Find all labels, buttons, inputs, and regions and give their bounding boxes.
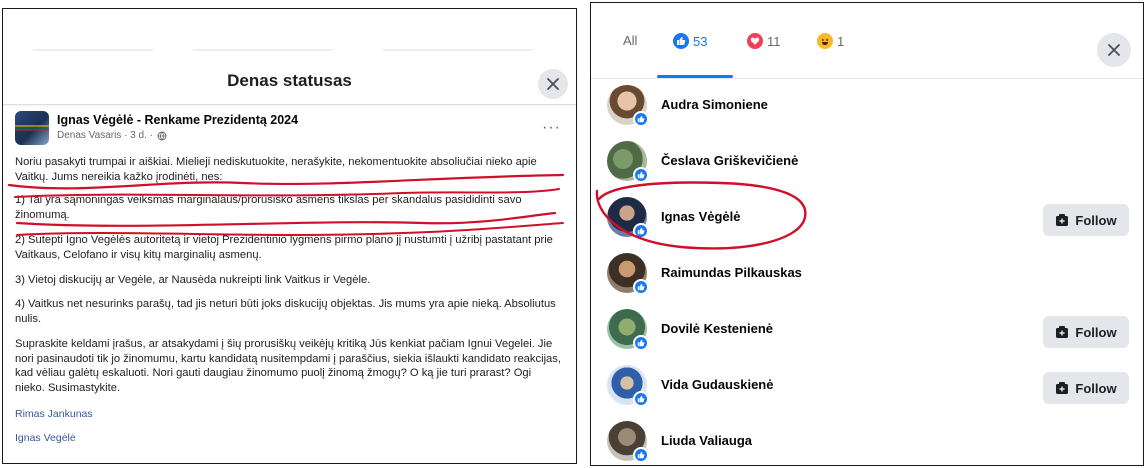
post-header: Ignas Vėgėlė - Renkame Prezidentą 2024 D… [15,111,565,151]
close-button[interactable] [538,69,568,99]
tab-love[interactable]: 11 [747,33,781,49]
like-badge-icon [633,391,649,407]
person-name[interactable]: Raimundas Pilkauskas [661,265,802,280]
reactions-dialog-screenshot: All 53 11 1 Audra Simoniene Česlava Griš… [590,2,1144,466]
like-icon [673,33,689,49]
list-item[interactable]: Česlava Griškevičienė [591,131,1143,187]
post-paragraph: Supraskite keldami įrašus, ar atsakydami… [15,338,561,394]
background-feed [3,9,576,59]
faint-bar [193,49,333,51]
post-paragraph: Noriu pasakyti trumpai ir aiškiai. Mieli… [15,156,537,183]
tab-count: 53 [693,33,708,49]
person-name[interactable]: Česlava Griškevičienė [661,153,798,168]
post-paragraph: 4) Vaitkus net nesurinks parašų, tad jis… [15,298,556,325]
dialog-header: Denas statusas [3,61,576,105]
close-icon [1108,44,1120,56]
list-item[interactable]: Ignas Vėgėlė Follow [591,187,1143,243]
follow-icon [1056,382,1069,394]
reaction-tabs: All 53 11 1 [591,3,1143,79]
person-name[interactable]: Vida Gudauskienė [661,377,773,392]
close-icon [547,78,559,90]
tab-haha[interactable]: 1 [817,33,844,49]
list-item[interactable]: Raimundas Pilkauskas [591,243,1143,299]
post-author[interactable]: Ignas Vėgėlė - Renkame Prezidentą 2024 [57,113,298,127]
post-meta-text: Denas Vasaris · 3 d. · [57,130,153,141]
follow-label: Follow [1075,324,1117,340]
follow-icon [1056,326,1069,338]
tab-like[interactable]: 53 [673,33,707,49]
post-meta: Denas Vasaris · 3 d. · [57,130,167,141]
faint-bar [383,49,533,51]
post-paragraph: 3) Vietoj diskucijų ar Vegėle, ar Nausėd… [15,274,371,286]
post-dialog-screenshot: Denas statusas Ignas Vėgėlė - Renkame Pr… [2,8,577,464]
like-badge-icon [633,447,649,463]
faint-bar [33,49,153,51]
follow-label: Follow [1075,212,1117,228]
more-icon[interactable]: ··· [542,119,561,137]
person-name[interactable]: Ignas Vėgėlė [661,209,740,224]
tag-link[interactable]: Ignas Vegėlė [15,431,76,446]
follow-button[interactable]: Follow [1043,372,1129,404]
list-item[interactable]: Liuda Valiauga [591,411,1143,465]
tab-label: All [623,33,638,48]
globe-icon [157,131,167,140]
follow-icon [1056,214,1069,226]
post-paragraph: 2) Sutepti Igno Vegėlės autoritetą ir vi… [15,234,553,261]
person-name[interactable]: Dovilė Kestenienė [661,321,773,336]
tab-count: 11 [767,33,781,49]
tag-link[interactable]: Rimas Jankunas [15,407,93,422]
like-badge-icon [633,167,649,183]
list-item[interactable]: Audra Simoniene [591,75,1143,131]
close-button[interactable] [1097,33,1131,67]
love-icon [747,33,763,49]
person-name[interactable]: Audra Simoniene [661,97,768,112]
like-badge-icon [633,111,649,127]
tab-all[interactable]: All [623,33,637,48]
list-item[interactable]: Vida Gudauskienė Follow [591,355,1143,411]
follow-button[interactable]: Follow [1043,316,1129,348]
follow-button[interactable]: Follow [1043,204,1129,236]
like-badge-icon [633,335,649,351]
post-paragraph: 1) Tai yra sąmoningas veiksmas marginala… [15,194,522,221]
person-name[interactable]: Liuda Valiauga [661,433,752,448]
list-item[interactable]: Dovilė Kestenienė Follow [591,299,1143,355]
dialog-title: Denas statusas [227,71,352,90]
tab-count: 1 [837,33,845,49]
like-badge-icon [633,223,649,239]
page-avatar[interactable] [15,111,49,145]
haha-icon [817,33,833,49]
follow-label: Follow [1075,380,1117,396]
like-badge-icon [633,279,649,295]
